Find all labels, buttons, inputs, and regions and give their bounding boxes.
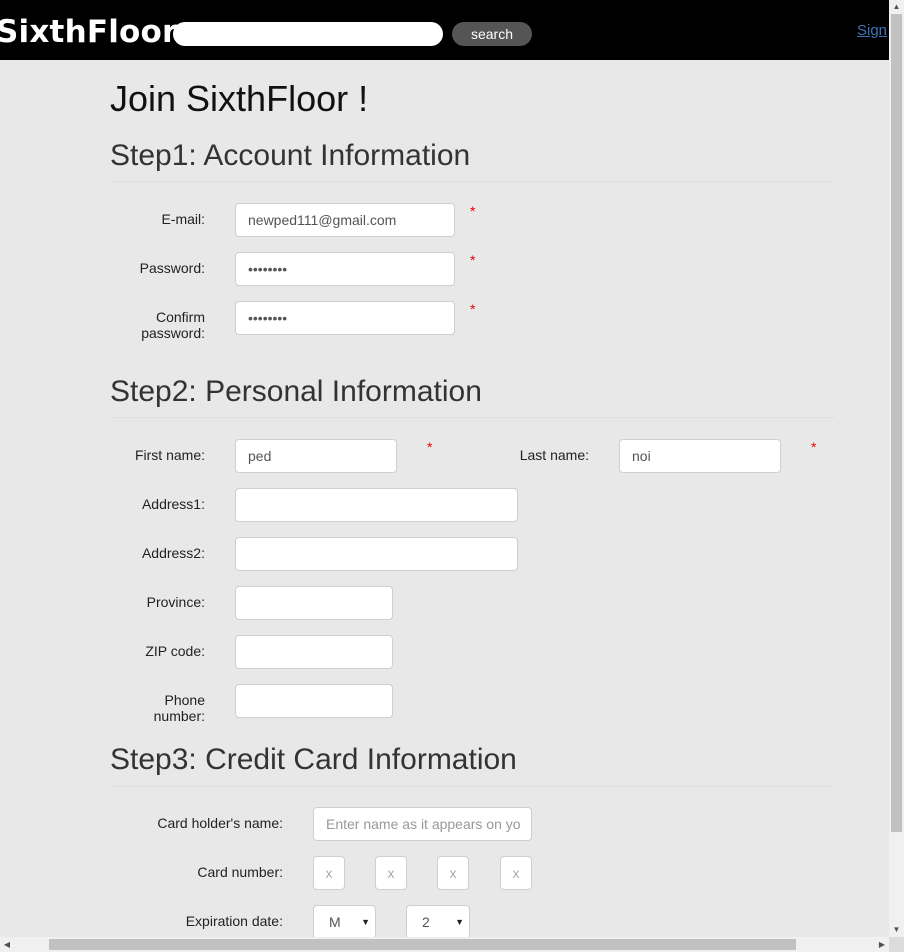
confirm-label-line2: password: [141, 325, 205, 341]
address2-field[interactable] [235, 537, 518, 571]
email-required-mark: * [470, 203, 476, 219]
step3-divider [110, 786, 835, 787]
zip-field[interactable] [235, 635, 393, 669]
step3-title: Step3: Credit Card Information [110, 743, 517, 776]
confirm-label-line1: Confirm [155, 309, 205, 325]
card-number-part-3[interactable]: x [437, 856, 469, 890]
chevron-down-icon: ▼ [361, 917, 370, 927]
step1-title: Step1: Account Information [110, 139, 471, 172]
expiration-label: Expiration date: [185, 913, 283, 929]
scrollbar-corner [889, 937, 904, 952]
last-name-label: Last name: [519, 447, 589, 463]
last-name-field[interactable]: noi [619, 439, 781, 473]
zip-label: ZIP code: [145, 643, 205, 659]
password-field[interactable]: •••••••• [235, 252, 455, 286]
sign-in-link[interactable]: Sign [857, 22, 887, 39]
phone-label: Phone number: [120, 692, 205, 724]
horizontal-scrollbar-thumb[interactable] [49, 939, 796, 950]
expiration-year-select[interactable]: 2 ▼ [406, 905, 470, 939]
password-required-mark: * [470, 252, 476, 268]
search-input[interactable] [173, 22, 443, 46]
confirm-password-field[interactable]: •••••••• [235, 301, 455, 335]
password-label: Password: [139, 260, 205, 276]
site-logo[interactable]: SixthFloor [0, 14, 178, 50]
card-number-part-1[interactable]: x [313, 856, 345, 890]
expiration-month-select[interactable]: M ▼ [313, 905, 376, 939]
confirm-password-label: Confirm password: [120, 309, 205, 341]
search-button[interactable]: search [452, 22, 532, 46]
card-number-part-4[interactable]: x [500, 856, 532, 890]
scroll-up-arrow-icon[interactable]: ▲ [889, 0, 904, 14]
card-holder-field[interactable]: Enter name as it appears on yo [313, 807, 532, 841]
step1-divider [110, 181, 835, 182]
card-holder-label: Card holder's name: [157, 815, 283, 831]
province-label: Province: [146, 594, 205, 610]
province-field[interactable] [235, 586, 393, 620]
first-name-field[interactable]: ped [235, 439, 397, 473]
expiration-month-value: M [329, 914, 341, 930]
email-label: E-mail: [161, 211, 205, 227]
phone-field[interactable] [235, 684, 393, 718]
address1-label: Address1: [141, 496, 205, 512]
page-title: Join SixthFloor ! [110, 78, 369, 119]
phone-label-line1: Phone [164, 692, 205, 708]
step2-title: Step2: Personal Information [110, 375, 482, 408]
vertical-scrollbar-thumb[interactable] [891, 14, 902, 832]
phone-label-line2: number: [153, 708, 205, 724]
last-name-required-mark: * [811, 439, 817, 455]
email-field[interactable]: newped111@gmail.com [235, 203, 455, 237]
scroll-down-arrow-icon[interactable]: ▼ [889, 923, 904, 937]
chevron-down-icon: ▼ [455, 917, 464, 927]
expiration-year-value: 2 [422, 914, 430, 930]
first-name-required-mark: * [427, 439, 433, 455]
scroll-right-arrow-icon[interactable]: ▶ [875, 937, 889, 952]
vertical-scrollbar[interactable]: ▲ ▼ [889, 0, 904, 937]
address2-label: Address2: [141, 545, 205, 561]
card-number-label: Card number: [197, 864, 283, 880]
top-bar: SixthFloor search Sign [0, 0, 889, 60]
scroll-left-arrow-icon[interactable]: ◀ [0, 937, 14, 952]
confirm-required-mark: * [470, 301, 476, 317]
first-name-label: First name: [134, 447, 205, 463]
horizontal-scrollbar[interactable]: ◀ ▶ [0, 937, 889, 952]
step2-divider [110, 417, 835, 418]
address1-field[interactable] [235, 488, 518, 522]
card-number-part-2[interactable]: x [375, 856, 407, 890]
